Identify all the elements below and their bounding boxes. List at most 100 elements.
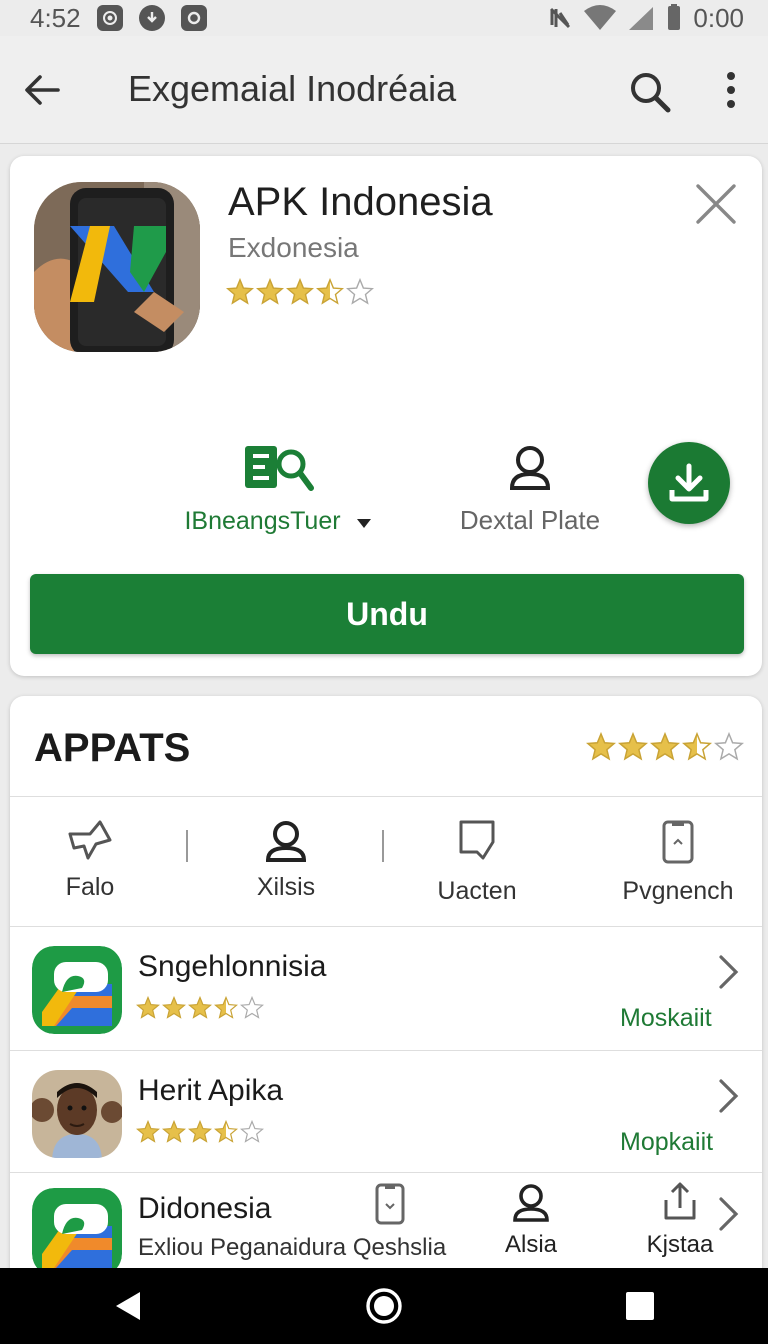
chevron-right-icon	[719, 1079, 739, 1113]
battery-icon	[668, 4, 681, 30]
star-icon	[240, 996, 264, 1019]
star-icon	[682, 732, 712, 761]
app-developer: Exdonesia	[228, 232, 359, 263]
divider	[10, 926, 762, 927]
wifi-icon	[584, 5, 617, 30]
more-vert-icon[interactable]	[716, 68, 746, 112]
share-button[interactable]: Kjstaa	[640, 1182, 720, 1259]
section-rating	[586, 732, 744, 762]
category-pvgnench[interactable]: Pvgnench	[620, 818, 736, 906]
star-icon	[136, 1120, 160, 1143]
download-icon	[669, 463, 709, 502]
back-triangle-icon	[116, 1292, 140, 1320]
star-icon	[226, 278, 254, 305]
list-item[interactable]: Herit Apika Mopkaiit	[10, 1052, 762, 1174]
camera-icon	[180, 5, 207, 31]
star-icon	[214, 996, 238, 1019]
phone-button[interactable]	[372, 1182, 408, 1231]
developer-profile-button[interactable]: Dextal Plate	[446, 442, 614, 542]
row-rating	[136, 1120, 264, 1144]
person-button[interactable]: Alsia	[496, 1182, 566, 1259]
status-bar: 4:52 0:00	[0, 0, 768, 36]
action-label: Kjstaa	[646, 1231, 714, 1258]
star-icon	[256, 278, 284, 305]
apps-section: APPATS Falo Xilsis Uacten Pvgnench Sngeh…	[10, 696, 762, 1316]
arrow-left-icon[interactable]	[22, 70, 62, 110]
download-button[interactable]	[648, 442, 730, 524]
share-icon	[664, 1182, 696, 1220]
row-status: Mopkaiit	[620, 1128, 714, 1156]
recents-square-icon	[626, 1292, 654, 1320]
person-icon	[509, 446, 551, 490]
download-icon	[138, 5, 165, 31]
category-dropdown[interactable]: IBneangsTuer	[178, 442, 378, 542]
phone-icon	[375, 1183, 405, 1225]
screen-record-icon	[96, 5, 123, 31]
category-falo[interactable]: Falo	[60, 818, 120, 902]
star-icon	[136, 996, 160, 1019]
star-icon	[286, 278, 314, 305]
signal-icon	[629, 7, 654, 30]
vibrate-off-icon	[550, 7, 571, 29]
person-icon	[513, 1184, 549, 1222]
chevron-right-icon	[719, 955, 739, 989]
list-item[interactable]: Sngehlonnisia Moskaiit	[10, 928, 762, 1050]
star-icon	[618, 732, 648, 761]
star-icon	[214, 1120, 238, 1143]
app-bar: Exgemaial Inodréaia	[0, 36, 768, 144]
tag-icon	[459, 820, 495, 860]
star-icon	[346, 278, 374, 305]
app-icon	[32, 1188, 122, 1276]
divider	[10, 1172, 762, 1173]
home-circle-icon	[366, 1288, 402, 1324]
app-rating	[226, 278, 374, 306]
app-title: APK Indonesia	[228, 180, 493, 224]
category-label: Xilsis	[256, 873, 316, 901]
row-status: Moskaiit	[620, 1004, 712, 1032]
category-uacten[interactable]: Uacten	[432, 818, 522, 906]
section-title: APPATS	[34, 726, 191, 770]
star-icon	[316, 278, 344, 305]
star-icon	[188, 996, 212, 1019]
row-title: Herit Apika	[138, 1074, 284, 1107]
app-icon	[34, 182, 200, 352]
action-label: Alsia	[504, 1231, 558, 1258]
recents-button[interactable]	[610, 1276, 670, 1336]
divider	[10, 796, 762, 797]
install-button[interactable]: Undu	[30, 574, 744, 654]
star-icon	[586, 732, 616, 761]
person-icon	[265, 821, 307, 862]
row-title: Sngehlonnisia	[138, 950, 327, 983]
developer-label: Dextal Plate	[459, 505, 601, 535]
star-icon	[240, 1120, 264, 1143]
star-icon	[162, 1120, 186, 1143]
close-icon[interactable]	[694, 182, 738, 226]
star-icon	[162, 996, 186, 1019]
dropdown-arrow-icon	[356, 519, 371, 528]
app-detail-card: APK Indonesia Exdonesia IBneangsTuer Dex…	[10, 156, 762, 676]
app-icon	[32, 946, 122, 1034]
category-label: Falo	[65, 873, 115, 901]
divider	[186, 830, 188, 862]
row-title: Didonesia	[138, 1192, 272, 1225]
status-time: 4:52	[30, 2, 81, 33]
library-search-icon	[245, 446, 314, 491]
chevron-right-icon	[719, 1197, 739, 1231]
category-label: IBneangsTuer	[184, 507, 341, 535]
home-button[interactable]	[354, 1276, 414, 1336]
pin-icon	[68, 820, 112, 860]
system-nav-bar	[0, 1268, 768, 1344]
star-icon	[714, 732, 744, 761]
category-xilsis[interactable]: Xilsis	[246, 818, 326, 902]
avatar	[32, 1070, 122, 1158]
star-icon	[650, 732, 680, 761]
phone-icon	[662, 820, 694, 864]
search-icon[interactable]	[628, 70, 672, 114]
category-label: Pvgnench	[622, 877, 734, 905]
back-button[interactable]	[98, 1276, 158, 1336]
divider	[382, 830, 384, 862]
page-title: Exgemaial Inodréaia	[128, 68, 457, 109]
divider	[10, 1050, 762, 1051]
status-time-right: 0:00	[693, 2, 744, 33]
row-subtitle: Exliou Peganaidura Qeshslia	[138, 1234, 447, 1261]
